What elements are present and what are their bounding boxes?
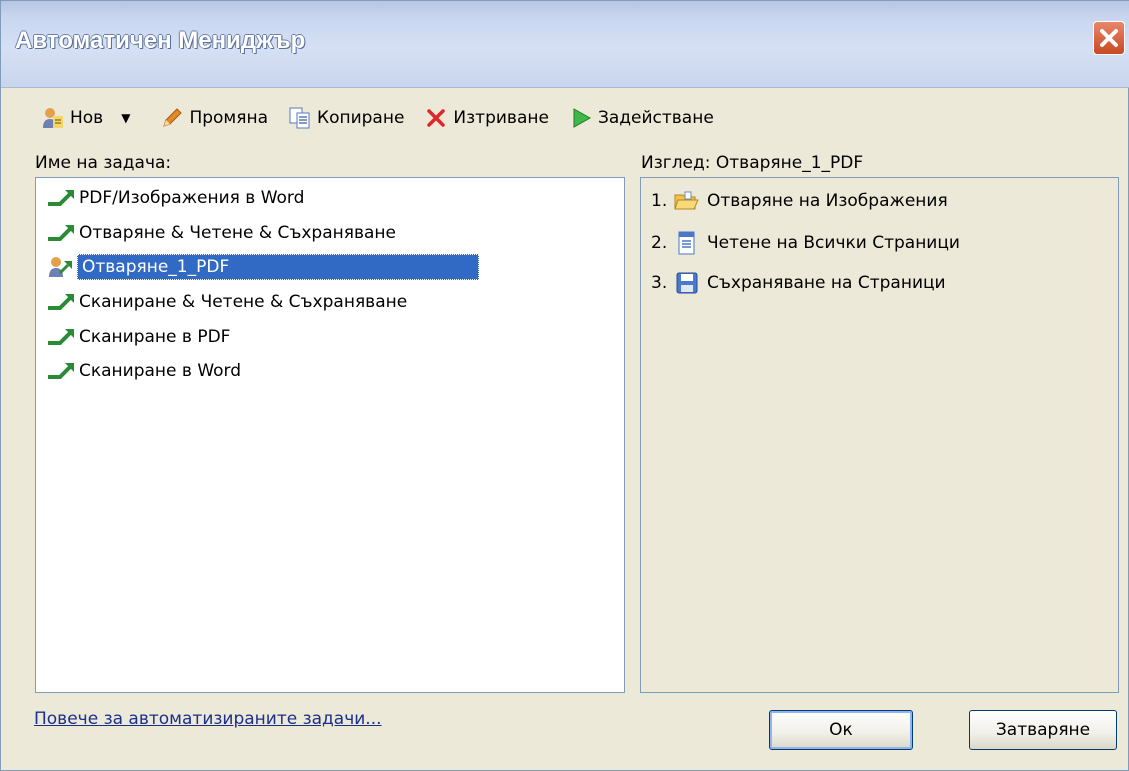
document-icon (678, 231, 695, 255)
task-arrow-icon (48, 225, 74, 241)
copy-icon (289, 107, 310, 129)
step-number: 1. (651, 191, 668, 211)
list-item-label: Сканиране в PDF (79, 327, 231, 347)
list-item[interactable]: Сканиране & Четене & Съхраняване (46, 287, 407, 317)
close-window-button[interactable] (1093, 21, 1125, 55)
list-item-label: Сканиране в Word (79, 361, 242, 381)
new-task-button[interactable]: Нов ▼ (41, 106, 140, 130)
more-about-automated-tasks-link[interactable]: Повече за автоматизираните задачи... (34, 709, 382, 729)
task-list-header: Име на задача: (35, 153, 172, 173)
list-item-label: PDF/Изображения в Word (79, 188, 305, 208)
preview-header: Изглед: Отваряне_1_PDF (641, 153, 864, 173)
step-number: 3. (651, 273, 668, 293)
task-arrow-icon (48, 363, 74, 379)
run-task-label: Задействане (597, 108, 714, 128)
step-label: Четене на Всички Страници (707, 233, 960, 253)
preview-step: 2. Четене на Всички Страници (651, 228, 960, 258)
play-icon (573, 108, 591, 128)
new-user-task-icon (43, 108, 63, 128)
ok-button[interactable]: Ок (769, 710, 913, 750)
list-item[interactable]: PDF/Изображения в Word (46, 183, 304, 213)
list-item[interactable]: Сканиране в PDF (46, 322, 230, 352)
edit-task-button[interactable]: Промяна (160, 106, 268, 130)
open-folder-icon (674, 191, 699, 210)
delete-x-icon (427, 109, 446, 127)
preview-step: 3. Съхраняване на Страници (651, 268, 946, 298)
task-arrow-icon (48, 190, 74, 206)
list-item-selected[interactable]: Отваряне_1_PDF (46, 252, 479, 282)
task-list[interactable]: PDF/Изображения в Word Отваряне & Четене… (35, 177, 625, 693)
task-arrow-icon (48, 329, 74, 345)
new-task-label: Нов (70, 108, 104, 128)
copy-task-button[interactable]: Копиране (288, 106, 404, 130)
user-task-icon (49, 257, 72, 277)
toolbar: Нов ▼ Промяна Копиране Изтриване Задейст… (41, 101, 734, 135)
edit-task-label: Промяна (189, 108, 268, 128)
preview-step: 1. Отваряне на Изображения (651, 186, 948, 216)
delete-task-button[interactable]: Изтриване (424, 106, 549, 130)
window-title: Автоматичен Мениджър (15, 27, 306, 54)
close-icon (1100, 29, 1118, 47)
new-task-dropdown-arrow-icon[interactable]: ▼ (121, 111, 130, 125)
list-item-label: Отваряне & Четене & Съхраняване (79, 223, 396, 243)
list-item[interactable]: Отваряне & Четене & Съхраняване (46, 218, 396, 248)
step-label: Отваряне на Изображения (707, 191, 948, 211)
list-item-label: Сканиране & Четене & Съхраняване (79, 292, 408, 312)
automatic-manager-dialog: Автоматичен Мениджър Нов ▼ Промяна Копир… (0, 0, 1129, 771)
task-preview-panel: 1. Отваряне на Изображения 2. Четене на … (640, 177, 1119, 693)
step-number: 2. (651, 233, 668, 253)
task-arrow-icon (48, 294, 74, 310)
copy-task-label: Копиране (317, 108, 405, 128)
run-task-button[interactable]: Задействане (569, 106, 714, 130)
pencil-icon (163, 108, 183, 127)
delete-task-label: Изтриване (453, 108, 549, 128)
step-label: Съхраняване на Страници (707, 273, 946, 293)
floppy-disk-icon (676, 272, 698, 294)
close-button[interactable]: Затваряне (969, 710, 1117, 750)
ok-button-label: Ок (829, 720, 853, 740)
title-bar[interactable]: Автоматичен Мениджър (1, 1, 1129, 88)
list-item[interactable]: Сканиране в Word (46, 356, 241, 386)
list-item-label: Отваряне_1_PDF (77, 254, 479, 280)
close-button-label: Затваряне (995, 720, 1091, 740)
